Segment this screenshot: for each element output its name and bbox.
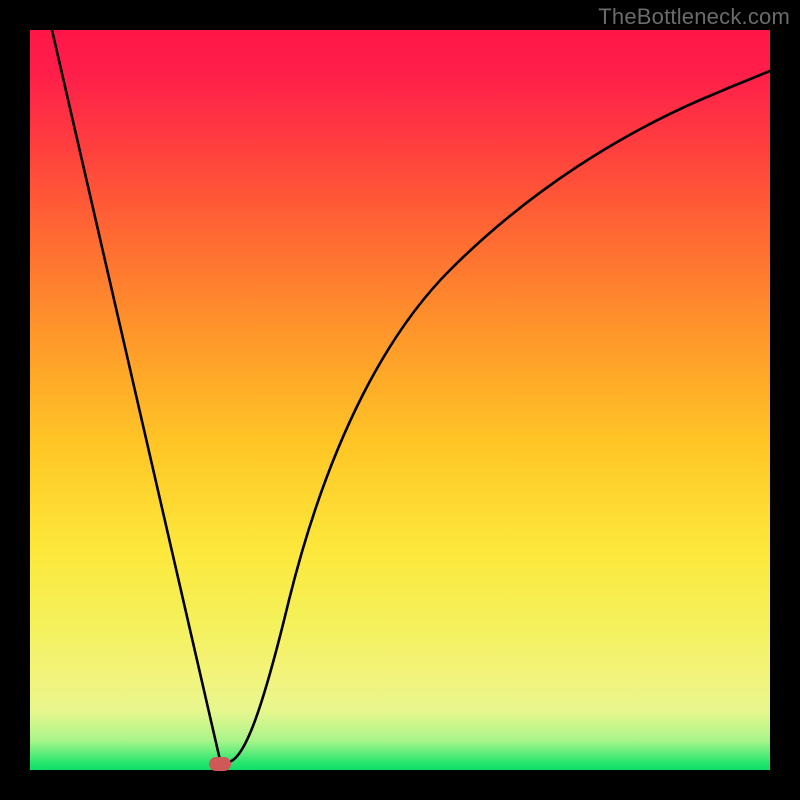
bottleneck-curve [30, 30, 770, 770]
chart-frame: TheBottleneck.com [0, 0, 800, 800]
curve-path [52, 30, 770, 762]
curve-min-marker [209, 757, 231, 771]
watermark-text: TheBottleneck.com [598, 4, 790, 30]
